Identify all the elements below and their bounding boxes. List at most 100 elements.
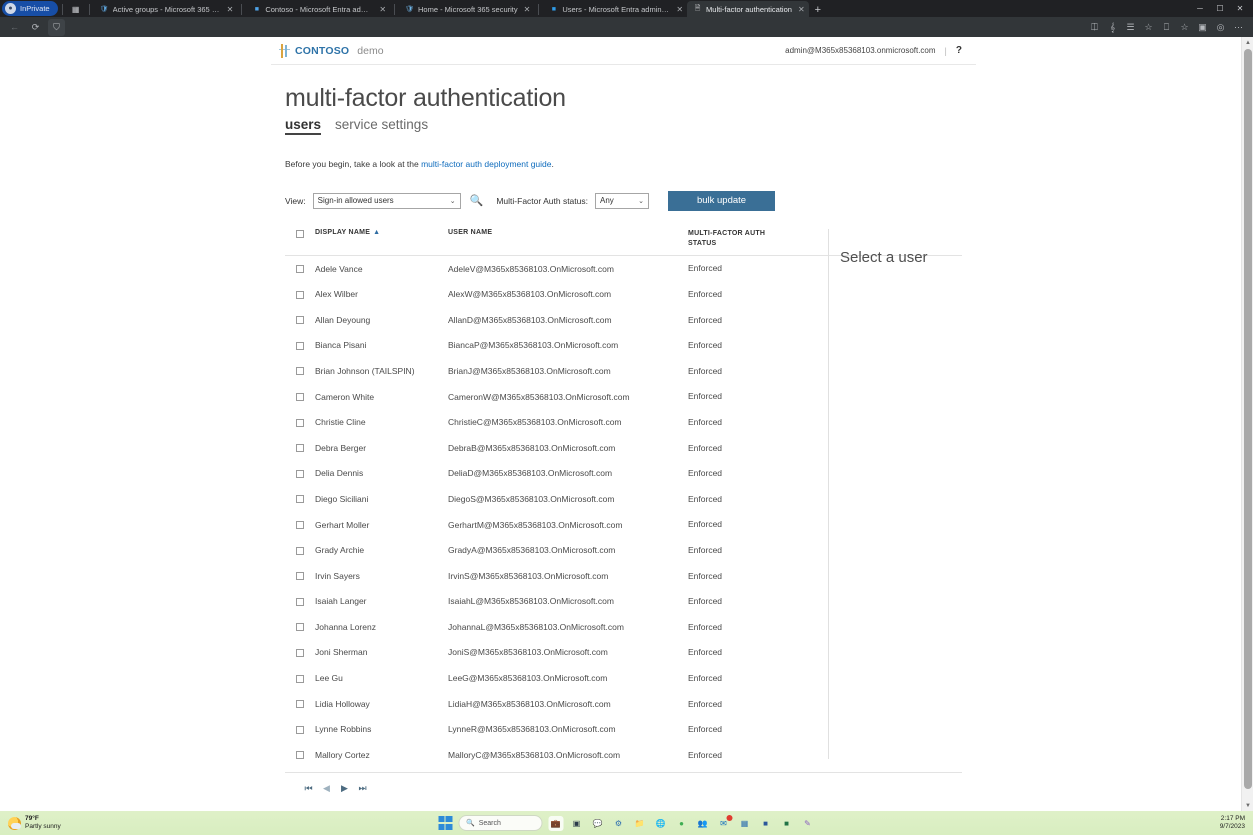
browser-tab[interactable]: 🛡 Home - Microsoft 365 security ✕ [399, 1, 534, 17]
row-checkbox[interactable] [296, 316, 304, 325]
row-checkbox[interactable] [296, 418, 304, 427]
select-all-checkbox[interactable] [296, 229, 304, 238]
browser-tab[interactable]: 🛡 Active groups - Microsoft 365 a... ✕ [94, 1, 238, 17]
scroll-up-icon[interactable]: ▲ [1242, 37, 1253, 48]
row-checkbox[interactable] [296, 546, 304, 555]
row-checkbox[interactable] [296, 700, 304, 709]
chat-icon[interactable]: 💬 [590, 816, 605, 831]
tab-search-icon[interactable]: ▦ [69, 2, 83, 16]
row-checkbox[interactable] [296, 572, 304, 581]
share-icon[interactable]: ⎅ [1086, 19, 1103, 36]
view-select[interactable]: Sign-in allowed users ⌄ [312, 192, 461, 209]
close-icon[interactable]: ✕ [379, 5, 386, 14]
workspaces-icon[interactable]: ⎕ [1158, 19, 1175, 36]
row-select-cell[interactable] [285, 648, 315, 657]
row-checkbox[interactable] [296, 648, 304, 657]
shield-icon[interactable]: ⛉ [48, 18, 65, 36]
copilot-icon[interactable]: ◎ [1212, 19, 1229, 36]
next-page-button[interactable]: ▶ [339, 783, 350, 794]
browser-tab-active[interactable]: 🗎 Multi-factor authentication ✕ [687, 1, 809, 17]
close-window-button[interactable]: ✕ [1233, 1, 1247, 15]
row-select-cell[interactable] [285, 597, 315, 606]
settings-icon[interactable]: ⚙ [611, 816, 626, 831]
file-explorer-icon[interactable]: 💼 [548, 815, 563, 831]
refresh-icon[interactable]: ⟳ [27, 19, 44, 36]
word-icon[interactable]: ■ [758, 816, 773, 831]
row-select-cell[interactable] [285, 443, 315, 453]
row-select-cell[interactable] [285, 674, 315, 683]
browser-tab[interactable]: ■ Contoso - Microsoft Entra admin... ✕ [246, 1, 390, 17]
previous-page-button[interactable]: ◀ [321, 783, 332, 794]
row-select-cell[interactable] [285, 546, 315, 555]
scrollbar-thumb[interactable] [1244, 49, 1252, 789]
last-page-button[interactable]: ⏭ [357, 783, 368, 794]
row-checkbox[interactable] [296, 751, 304, 760]
row-select-cell[interactable] [285, 571, 315, 581]
close-icon[interactable]: ✕ [524, 5, 531, 14]
store-app-icon[interactable]: ▦ [737, 816, 752, 831]
scroll-down-icon[interactable]: ▼ [1242, 800, 1253, 811]
row-select-cell[interactable] [285, 264, 315, 274]
row-checkbox[interactable] [296, 623, 304, 632]
row-checkbox[interactable] [296, 521, 304, 530]
row-select-cell[interactable] [285, 418, 315, 427]
minimize-button[interactable]: ─ [1193, 1, 1207, 15]
row-select-cell[interactable] [285, 392, 315, 402]
row-checkbox[interactable] [296, 597, 304, 606]
collections-icon[interactable]: ☆ [1176, 19, 1193, 36]
weather-widget[interactable]: 79°F Partly sunny [0, 815, 61, 831]
row-checkbox[interactable] [296, 469, 304, 478]
column-display-name[interactable]: DISPLAY NAME ▲ [315, 229, 448, 236]
row-select-cell[interactable] [285, 290, 315, 299]
more-icon[interactable]: ⋯ [1230, 19, 1247, 36]
inprivate-indicator[interactable]: ● InPrivate [2, 1, 58, 16]
outlook-icon[interactable]: ✉ [716, 814, 732, 831]
row-select-cell[interactable] [285, 341, 315, 350]
start-button-icon[interactable] [438, 816, 452, 830]
row-checkbox[interactable] [296, 367, 304, 376]
row-checkbox[interactable] [296, 495, 304, 504]
paint-icon[interactable]: ✎ [800, 816, 815, 831]
teams-icon[interactable]: 👥 [695, 816, 710, 831]
vertical-scrollbar[interactable]: ▲ ▼ [1241, 37, 1253, 811]
bulk-update-button[interactable]: bulk update [668, 190, 775, 211]
browser-essentials-icon[interactable]: ▣ [1194, 19, 1211, 36]
tab-users[interactable]: users [285, 117, 322, 135]
edge-icon[interactable]: 🌐 [653, 816, 668, 831]
row-select-cell[interactable] [285, 366, 315, 376]
deployment-guide-link[interactable]: multi-factor auth deployment guide [421, 159, 551, 169]
favorite-icon[interactable]: ☆ [1140, 19, 1157, 36]
row-select-cell[interactable] [285, 622, 315, 632]
new-tab-button[interactable]: + [809, 4, 827, 17]
close-icon[interactable]: ✕ [227, 5, 234, 14]
browser-tab[interactable]: ■ Users - Microsoft Entra admin ce... ✕ [543, 1, 687, 17]
column-user-name[interactable]: USER NAME [448, 229, 688, 236]
row-checkbox[interactable] [296, 725, 304, 734]
collections-read-icon[interactable]: 𝄞 [1104, 19, 1121, 36]
row-select-cell[interactable] [285, 469, 315, 478]
row-select-cell[interactable] [285, 520, 315, 530]
chrome-icon[interactable]: ● [674, 816, 689, 831]
taskbar-search[interactable]: 🔍 Search [458, 815, 542, 831]
help-icon[interactable]: ? [956, 45, 962, 56]
close-icon[interactable]: ✕ [676, 5, 683, 14]
taskbar-clock[interactable]: 2:17 PM 9/7/2023 [1220, 815, 1253, 832]
select-all-cell[interactable] [285, 229, 315, 238]
maximize-button[interactable]: ☐ [1213, 1, 1227, 15]
row-checkbox[interactable] [296, 265, 304, 274]
brand[interactable]: CONTOSO demo [279, 43, 384, 58]
store-icon[interactable]: ▣ [569, 816, 584, 831]
explorer-folder-icon[interactable]: 📁 [632, 816, 647, 831]
split-screen-icon[interactable]: ☰ [1122, 19, 1139, 36]
close-icon[interactable]: ✕ [798, 5, 805, 14]
row-checkbox[interactable] [296, 444, 304, 453]
row-select-cell[interactable] [285, 750, 315, 760]
row-checkbox[interactable] [296, 290, 304, 299]
first-page-button[interactable]: ⏮ [303, 783, 314, 794]
row-select-cell[interactable] [285, 315, 315, 325]
tab-service-settings[interactable]: service settings [335, 117, 428, 135]
row-checkbox[interactable] [296, 341, 304, 350]
row-select-cell[interactable] [285, 699, 315, 709]
account-email[interactable]: admin@M365x85368103.onmicrosoft.com [785, 46, 935, 55]
search-icon[interactable]: 🔍 [470, 194, 484, 207]
